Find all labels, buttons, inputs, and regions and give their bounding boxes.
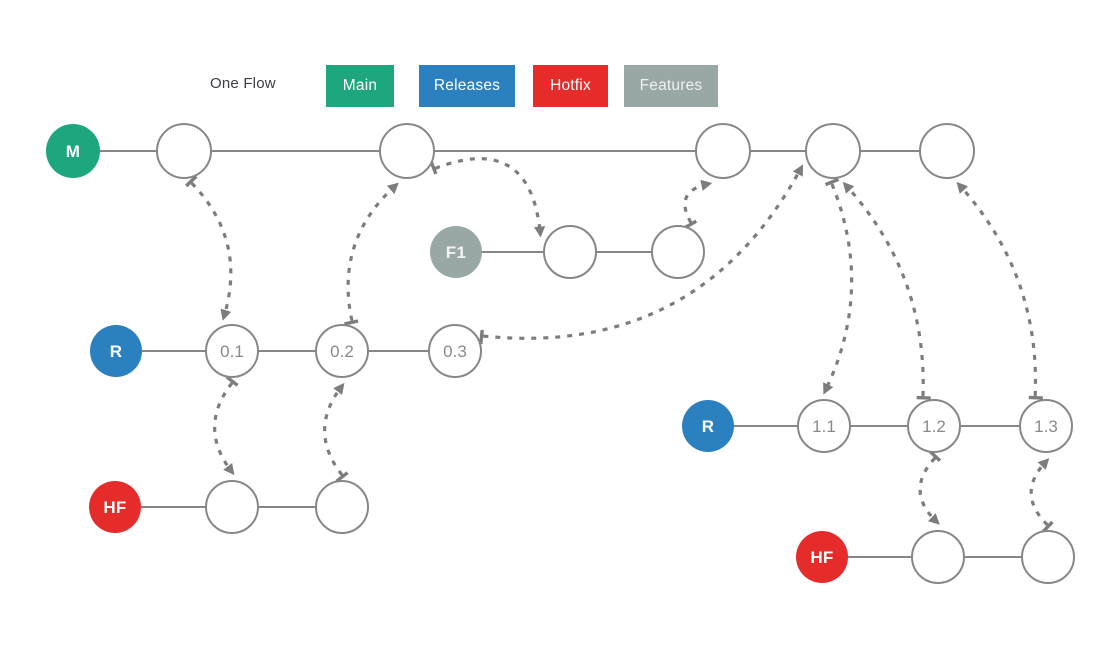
commit-label-r03: 0.3 (443, 342, 467, 361)
commit-node-m4[interactable] (805, 123, 861, 179)
branch-head-label-main: M (66, 142, 80, 161)
commit-label-r11: 1.1 (812, 417, 836, 436)
flow-arrow-head (842, 181, 855, 194)
flow-hf02-to-r02 (323, 382, 349, 483)
flow-path (823, 183, 854, 392)
flow-tail-tick (1028, 395, 1043, 400)
branching-diagram: M R 0.1 0.2 0.3 R 1.1 1.2 1.3 HF HF F1 (46, 123, 1075, 584)
commit-node-m5[interactable] (919, 123, 975, 179)
flow-path (190, 181, 233, 318)
flow-path (346, 184, 397, 321)
flow-arrow-head (220, 308, 232, 321)
commit-label-r01: 0.1 (220, 342, 244, 361)
flow-arrow-head (223, 463, 235, 476)
flow-tail-tick (344, 319, 359, 326)
flow-r01-to-hf01 (213, 375, 239, 476)
diagram-page: One Flow Main Releases Hotfix Features M… (0, 0, 1110, 660)
commit-node-m3[interactable] (695, 123, 751, 179)
branch-hotfix-0: HF (89, 480, 369, 534)
flow-path (434, 157, 542, 234)
flow-arrow-head (386, 182, 399, 195)
commit-node-f11[interactable] (543, 225, 597, 279)
flow-arrow-head (333, 382, 345, 395)
flow-r12-to-m4 (842, 181, 931, 400)
branch-head-label-feature-1: F1 (446, 243, 466, 262)
branch-head-label-release-0: R (110, 342, 123, 361)
branch-head-label-hotfix-0: HF (103, 498, 126, 517)
flow-tail-tick (824, 177, 840, 187)
flow-tail-tick (479, 329, 484, 345)
commit-node-hf02[interactable] (315, 480, 369, 534)
flow-m4-to-r11 (823, 177, 854, 395)
flow-tail-tick (916, 395, 931, 400)
flow-r13-to-m5 (956, 181, 1043, 400)
branch-hotfix-1: HF (796, 530, 1075, 584)
flow-r12-to-hf11 (918, 449, 942, 525)
flow-m1-to-r01 (185, 175, 233, 321)
flow-path (683, 182, 709, 224)
flow-hf12-to-r13 (1029, 458, 1054, 534)
commit-label-r13: 1.3 (1034, 417, 1058, 436)
commit-node-hf11[interactable] (911, 530, 965, 584)
branch-feature-1: F1 (430, 225, 705, 279)
time-axis: Time >>> (0, 605, 1110, 655)
flow-path (1029, 459, 1049, 527)
flow-r02-to-m2 (344, 182, 399, 326)
commit-node-f12[interactable] (651, 225, 705, 279)
commit-node-m1[interactable] (156, 123, 212, 179)
commit-label-r12: 1.2 (922, 417, 946, 436)
branch-head-label-release-1: R (702, 417, 715, 436)
branch-head-label-hotfix-1: HF (810, 548, 833, 567)
commit-node-hf01[interactable] (205, 480, 259, 534)
flow-path (213, 382, 234, 473)
commit-label-r02: 0.2 (330, 342, 354, 361)
flow-arrow-head (700, 179, 713, 191)
commit-node-hf12[interactable] (1021, 530, 1075, 584)
flow-path (958, 183, 1038, 396)
commit-node-m2[interactable] (379, 123, 435, 179)
flow-path (918, 456, 939, 524)
flow-path (323, 385, 344, 476)
flow-f12-to-m3 (683, 179, 713, 230)
flow-m2-to-f11 (429, 157, 546, 238)
flow-arrow-head (792, 164, 804, 177)
flow-path (844, 183, 925, 397)
flow-arrow-head (534, 226, 546, 238)
